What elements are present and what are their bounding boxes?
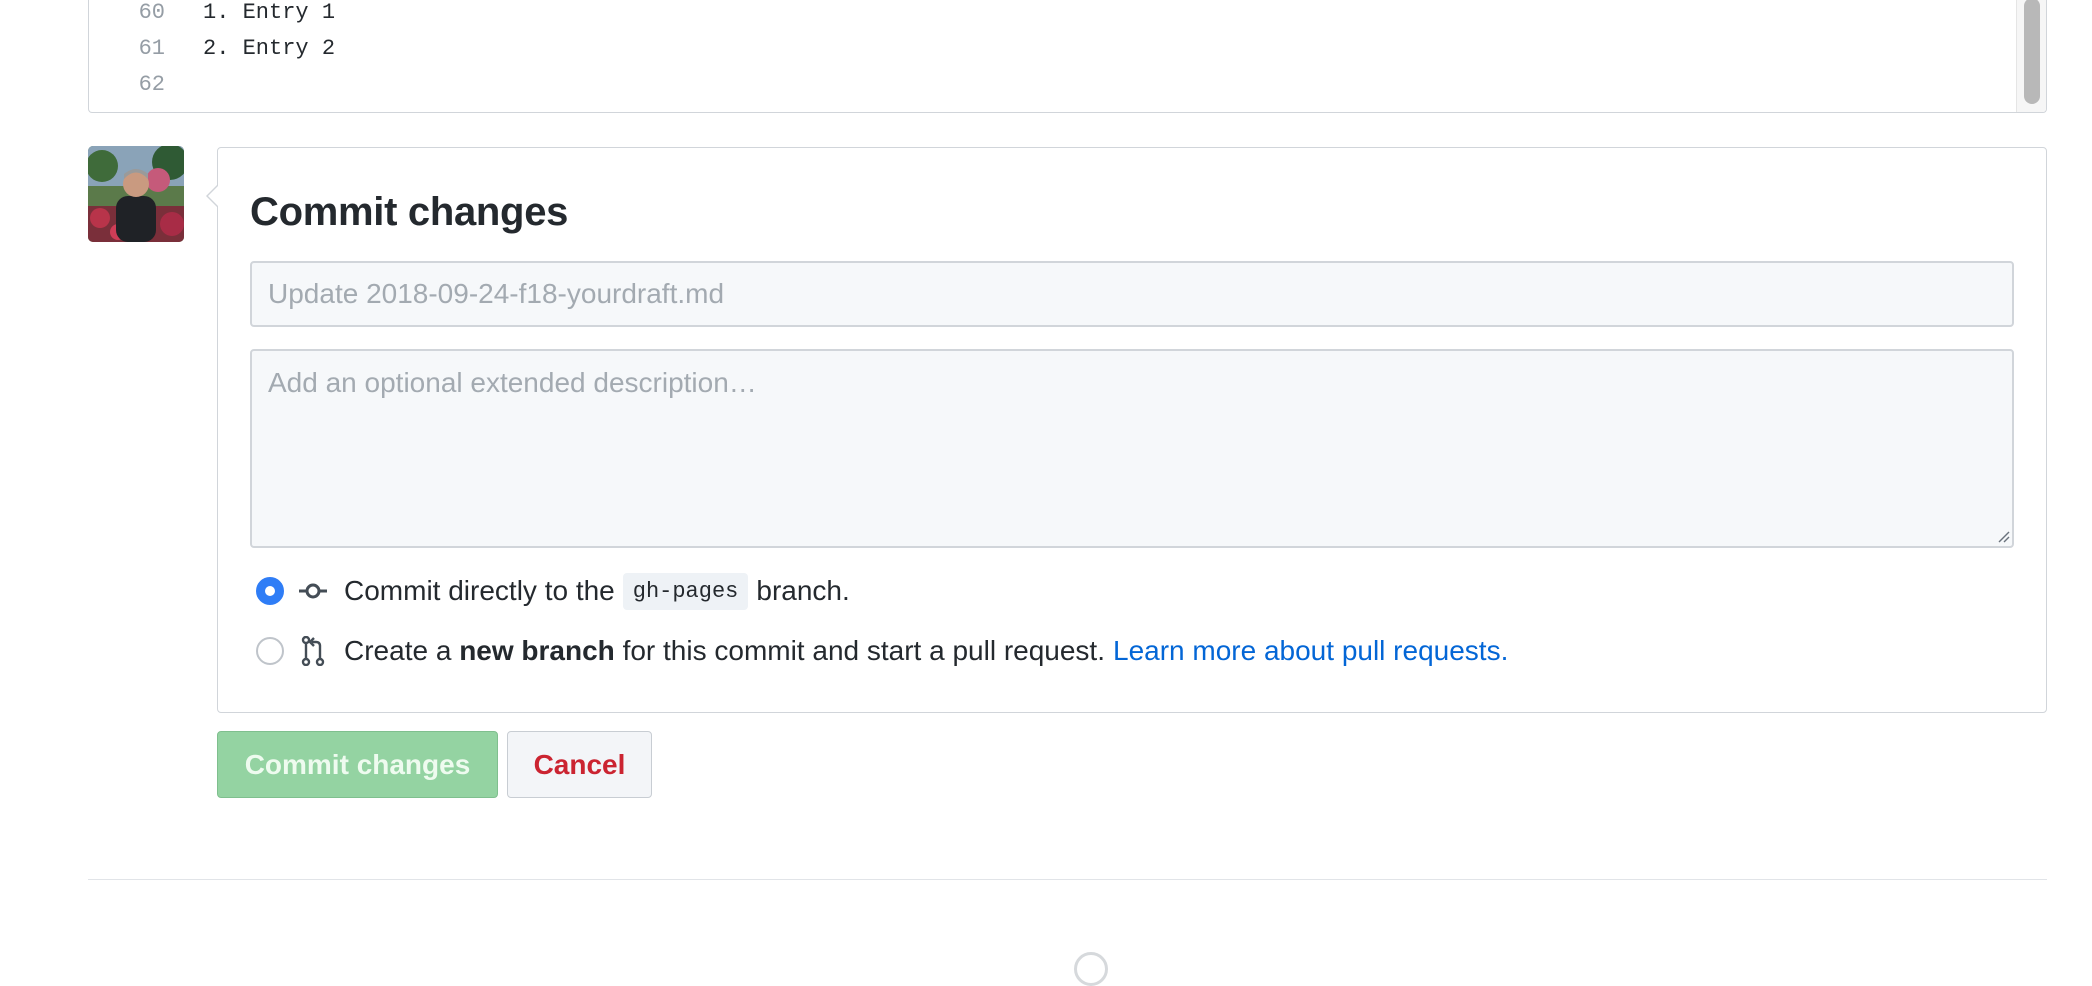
- line-number: 62: [138, 72, 165, 97]
- git-commit-icon: [298, 576, 328, 606]
- option-new-bold: new branch: [459, 635, 615, 666]
- commit-description-input[interactable]: [250, 349, 2014, 548]
- radio-new-branch[interactable]: [256, 637, 284, 665]
- learn-more-pull-requests-link[interactable]: Learn more about pull requests.: [1113, 635, 1508, 667]
- option-new-branch[interactable]: Create a new branch for this commit and …: [256, 631, 1508, 671]
- line-number: 61: [138, 36, 165, 61]
- code-editor[interactable]: 60 1. Entry 1 61 2. Entry 2 62: [88, 0, 2047, 113]
- scrollbar-thumb[interactable]: [2024, 0, 2040, 104]
- line-code[interactable]: 2. Entry 2: [203, 31, 335, 67]
- resize-handle-icon[interactable]: [1998, 531, 2010, 543]
- box-caret: [208, 185, 219, 207]
- avatar[interactable]: [88, 146, 184, 242]
- line-code[interactable]: 1. Entry 1: [203, 0, 335, 31]
- footer-logo-icon: [1074, 952, 1108, 986]
- radio-commit-direct[interactable]: [256, 577, 284, 605]
- cancel-button[interactable]: Cancel: [507, 731, 652, 798]
- option-new-suffix: for this commit and start a pull request…: [622, 635, 1105, 666]
- commit-title: Commit changes: [250, 190, 569, 234]
- line-number: 60: [138, 0, 165, 25]
- commit-changes-button[interactable]: Commit changes: [217, 731, 498, 798]
- option-direct-prefix: Commit directly to the: [344, 575, 615, 606]
- git-pull-request-icon: [298, 636, 328, 666]
- option-commit-direct[interactable]: Commit directly to the gh-pages branch.: [256, 571, 850, 611]
- avatar-image: [88, 146, 184, 242]
- footer-divider: [88, 879, 2047, 880]
- option-new-prefix: Create a: [344, 635, 452, 666]
- commit-summary-input[interactable]: [250, 261, 2014, 327]
- editor-scrollbar[interactable]: [2016, 0, 2046, 112]
- option-direct-suffix: branch.: [756, 575, 850, 606]
- branch-name-badge: gh-pages: [622, 572, 749, 610]
- commit-form: Commit changes Commit directly to the gh…: [206, 147, 2047, 713]
